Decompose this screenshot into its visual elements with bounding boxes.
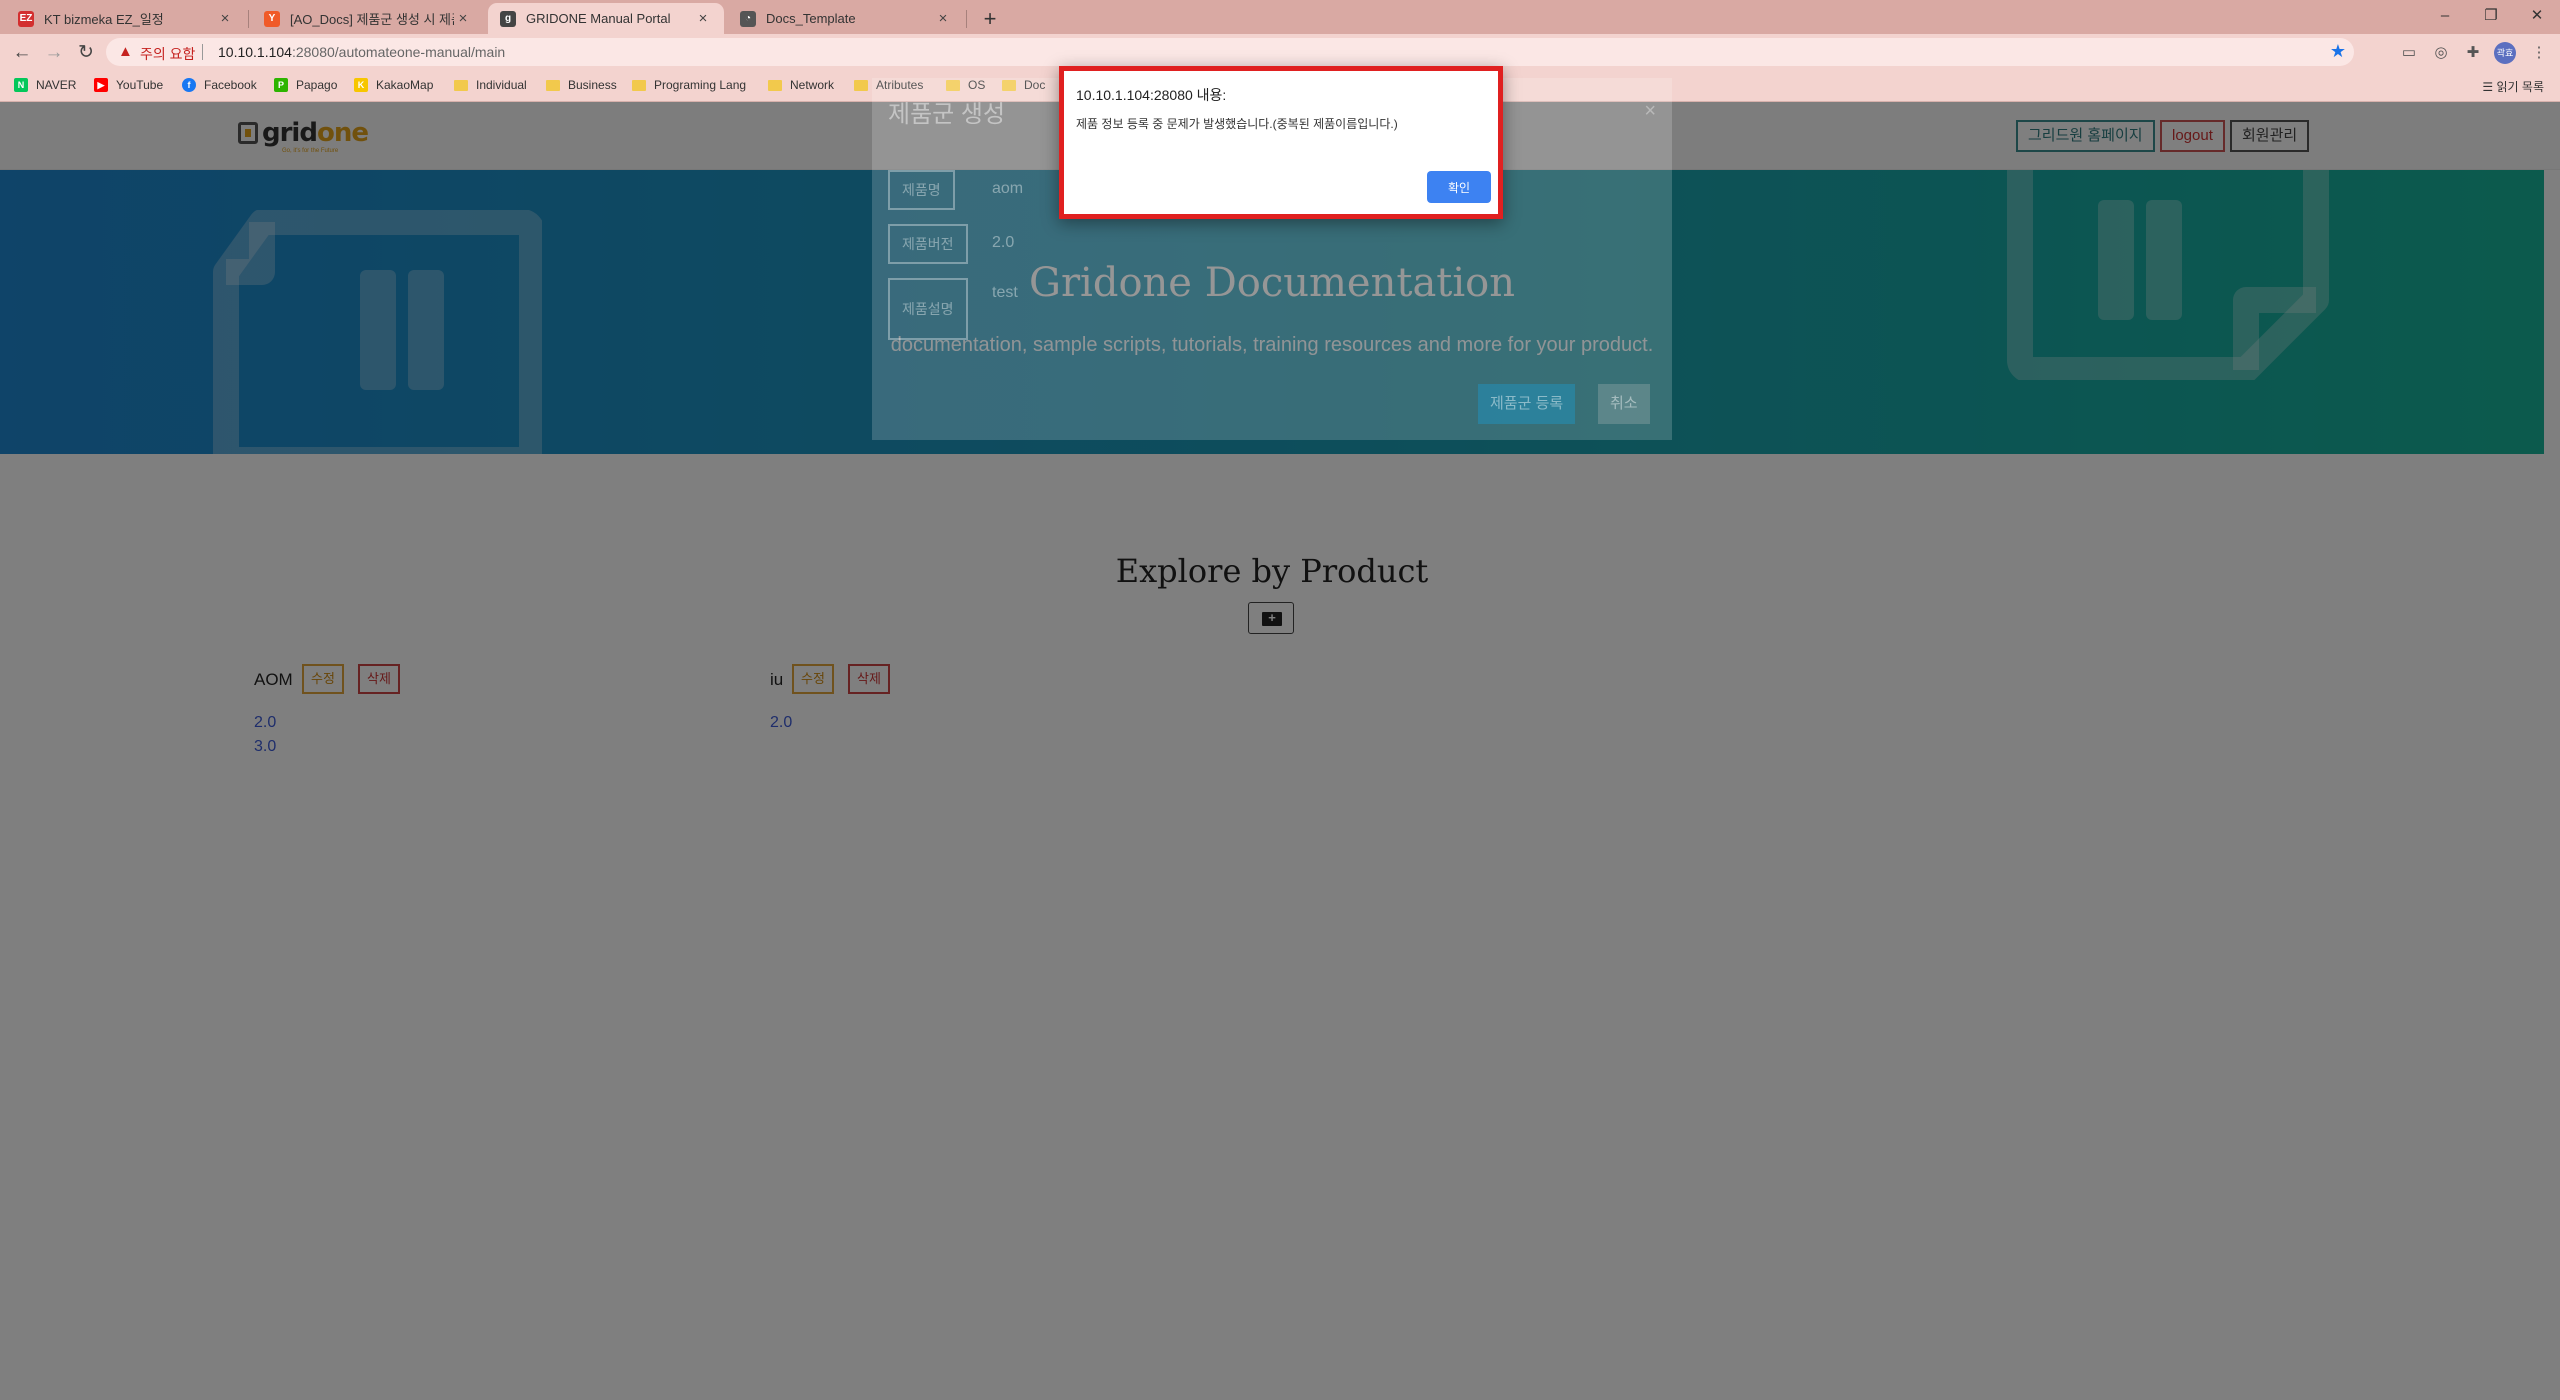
tab-favicon-icon: ◔ bbox=[740, 10, 756, 27]
bookmark-label: KakaoMap bbox=[376, 78, 434, 92]
tab-close-icon[interactable]: × bbox=[454, 10, 472, 28]
tab-separator bbox=[966, 10, 967, 28]
tab-title: GRIDONE Manual Portal bbox=[526, 11, 671, 26]
omnibox-divider bbox=[202, 44, 203, 60]
bookmark-label: Business bbox=[568, 78, 617, 92]
tab-close-icon[interactable]: × bbox=[934, 10, 952, 28]
profile-avatar[interactable]: 곽효 bbox=[2494, 42, 2516, 64]
tab-strip: EZ KT bizmeka EZ_일정 × Y [AO_Docs] 제품군 생성… bbox=[0, 0, 2560, 34]
tab-favicon-icon: Y bbox=[264, 10, 280, 27]
product-description-input[interactable]: test bbox=[992, 284, 1018, 302]
modal-title: 제품군 생성 bbox=[888, 101, 1006, 128]
reading-list-label: 읽기 목록 bbox=[2496, 80, 2545, 94]
url-input[interactable]: ▲ 주의 요함 10.10.1.104:28080/automateone-ma… bbox=[106, 38, 2354, 66]
tab-title: [AO_Docs] 제품군 생성 시 제품명… bbox=[290, 12, 454, 27]
reading-list-icon: ☰ bbox=[2482, 80, 2497, 94]
product-version-input[interactable]: 2.0 bbox=[992, 234, 1014, 252]
alert-message: 제품 정보 등록 중 문제가 발생했습니다.(중복된 제품이름입니다.) bbox=[1076, 117, 1398, 131]
back-arrow-icon[interactable]: ← bbox=[8, 39, 36, 67]
minimize-icon[interactable]: – bbox=[2422, 2, 2468, 30]
tab-title: KT bizmeka EZ_일정 bbox=[44, 12, 164, 27]
url-text: 10.10.1.104:28080/automateone-manual/mai… bbox=[218, 44, 505, 60]
bookmark-folder[interactable]: Individual bbox=[454, 78, 527, 92]
submit-product-button[interactable]: 제품군 등록 bbox=[1478, 384, 1576, 424]
bookmark-label: Facebook bbox=[204, 78, 257, 92]
product-name-input[interactable]: aom bbox=[992, 180, 1023, 198]
cancel-button[interactable]: 취소 bbox=[1598, 384, 1650, 424]
folder-icon bbox=[632, 79, 646, 91]
forward-arrow-icon[interactable]: → bbox=[40, 39, 68, 67]
bookmark-papago[interactable]: P Papago bbox=[274, 78, 337, 92]
alert-ok-button[interactable]: 확인 bbox=[1427, 171, 1491, 203]
browser-tab[interactable]: EZ KT bizmeka EZ_일정 × bbox=[6, 3, 246, 34]
kakaomap-icon: K bbox=[354, 78, 368, 92]
menu-kebab-icon[interactable]: ⋮ bbox=[2528, 42, 2550, 64]
bookmark-naver[interactable]: N NAVER bbox=[14, 78, 76, 92]
folder-icon bbox=[854, 79, 868, 91]
tab-favicon-icon: EZ bbox=[18, 10, 34, 27]
cast-icon[interactable]: ▭ bbox=[2398, 42, 2420, 64]
warning-triangle-icon[interactable]: ▲ bbox=[118, 43, 133, 60]
browser-tab-active[interactable]: g GRIDONE Manual Portal × bbox=[488, 3, 724, 34]
bookmark-kakaomap[interactable]: K KakaoMap bbox=[354, 78, 433, 92]
modal-close-icon[interactable]: × bbox=[1644, 100, 1656, 123]
bookmark-facebook[interactable]: f Facebook bbox=[182, 78, 257, 92]
bookmark-label: NAVER bbox=[36, 78, 77, 92]
tab-favicon-icon: g bbox=[500, 10, 516, 27]
tab-close-icon[interactable]: × bbox=[216, 10, 234, 28]
extension-icon[interactable]: ◎ bbox=[2430, 42, 2452, 64]
security-warning-label[interactable]: 주의 요함 bbox=[140, 44, 195, 64]
bookmark-folder[interactable]: Business bbox=[546, 78, 617, 92]
folder-icon bbox=[454, 79, 468, 91]
browser-tab[interactable]: ◔ Docs_Template × bbox=[728, 3, 964, 34]
bookmark-folder[interactable]: Programing Lang bbox=[632, 78, 746, 92]
browser-tab[interactable]: Y [AO_Docs] 제품군 생성 시 제품명… × bbox=[252, 3, 484, 34]
bookmark-label: Network bbox=[790, 78, 835, 92]
bookmark-label: Individual bbox=[476, 78, 527, 92]
field-label: 제품설명 bbox=[888, 278, 968, 340]
address-bar-row: ← → ↻ ▲ 주의 요함 10.10.1.104:28080/automate… bbox=[0, 34, 2560, 70]
field-label: 제품버전 bbox=[888, 224, 968, 264]
bookmark-youtube[interactable]: ▶ YouTube bbox=[94, 78, 163, 92]
papago-icon: P bbox=[274, 78, 288, 92]
bookmark-label: Programing Lang bbox=[654, 78, 747, 92]
restore-icon[interactable]: ❐ bbox=[2468, 2, 2514, 30]
url-path: :28080/automateone-manual/main bbox=[291, 44, 506, 60]
tab-separator bbox=[248, 10, 249, 28]
alert-origin: 10.10.1.104:28080 내용: bbox=[1076, 87, 1227, 103]
new-tab-button[interactable]: + bbox=[976, 6, 1004, 32]
naver-icon: N bbox=[14, 78, 28, 92]
reload-icon[interactable]: ↻ bbox=[72, 39, 100, 67]
youtube-icon: ▶ bbox=[94, 78, 108, 92]
bookmark-label: Papago bbox=[296, 78, 338, 92]
field-label: 제품명 bbox=[888, 170, 955, 210]
folder-icon bbox=[546, 79, 560, 91]
alert-dialog: 10.10.1.104:28080 내용: 제품 정보 등록 중 문제가 발생했… bbox=[1059, 66, 1503, 219]
puzzle-icon[interactable]: ✚ bbox=[2462, 42, 2484, 64]
bookmark-label: YouTube bbox=[116, 78, 164, 92]
folder-icon bbox=[768, 79, 782, 91]
bookmark-star-icon[interactable]: ★ bbox=[2330, 41, 2346, 62]
tab-close-icon[interactable]: × bbox=[694, 10, 712, 28]
reading-list-button[interactable]: ☰ 읽기 목록 bbox=[2482, 78, 2544, 95]
url-host: 10.10.1.104 bbox=[218, 44, 292, 60]
bookmark-folder[interactable]: Network bbox=[768, 78, 834, 92]
tab-title: Docs_Template bbox=[766, 11, 856, 26]
facebook-icon: f bbox=[182, 78, 196, 92]
window-close-icon[interactable]: ✕ bbox=[2514, 2, 2560, 30]
